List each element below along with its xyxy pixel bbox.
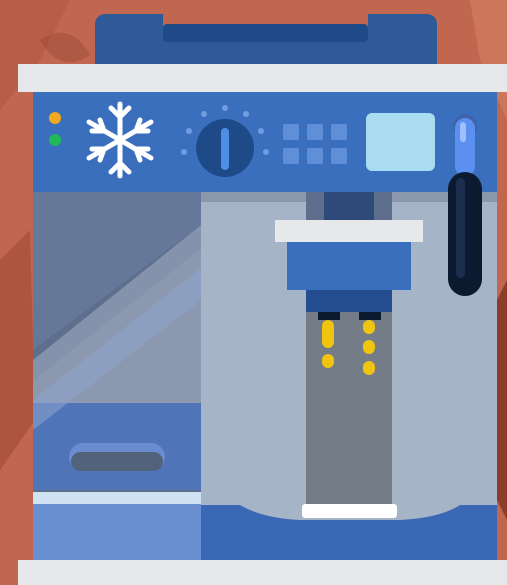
indicator-light-green <box>49 134 61 146</box>
keypad-button[interactable] <box>307 148 323 164</box>
keypad-button[interactable] <box>331 124 347 140</box>
drip-tray <box>201 504 497 560</box>
top-shelf <box>18 64 507 92</box>
water-tank <box>33 192 201 560</box>
control-panel <box>33 92 497 192</box>
keypad-button[interactable] <box>283 148 299 164</box>
cup-area <box>306 312 392 508</box>
keypad-button[interactable] <box>307 124 323 140</box>
keypad-button[interactable] <box>283 124 299 140</box>
keypad-button[interactable] <box>331 148 347 164</box>
display-screen <box>366 113 435 171</box>
drip-grate <box>302 504 397 518</box>
indicator-light-orange <box>49 112 61 124</box>
bottom-shelf <box>18 560 507 585</box>
espresso-machine-illustration <box>0 0 507 585</box>
